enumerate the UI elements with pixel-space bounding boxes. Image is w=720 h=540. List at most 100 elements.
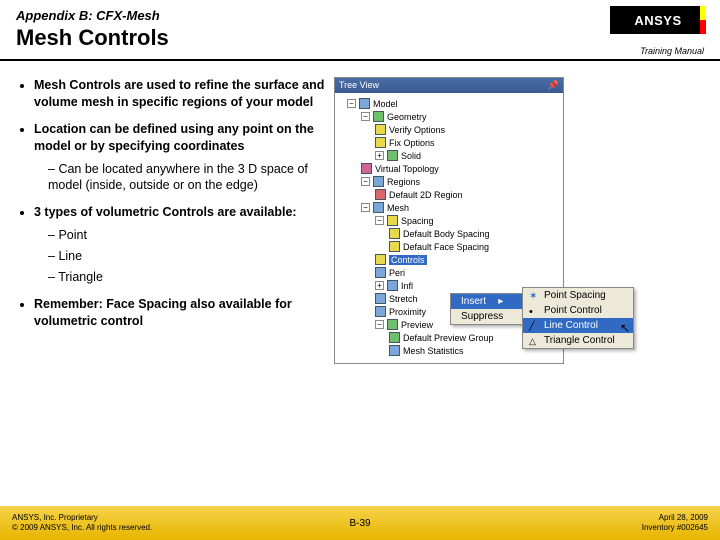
node-label: Regions	[387, 177, 420, 187]
geometry-icon	[373, 111, 384, 122]
node-label: Solid	[401, 151, 421, 161]
prox-icon	[375, 306, 386, 317]
bullet-3a: Point	[48, 227, 326, 244]
vtopo-icon	[361, 163, 372, 174]
node-model[interactable]: − Model	[337, 97, 561, 110]
verify-icon	[375, 124, 386, 135]
sub-point-control[interactable]: Point Control	[523, 303, 633, 318]
node-fix[interactable]: Fix Options	[337, 136, 561, 149]
bullet-1: Mesh Controls are used to refine the sur…	[34, 77, 326, 111]
pin-icon[interactable]: 📌	[548, 80, 559, 91]
footer-inventory: Inventory #002645	[642, 523, 708, 533]
node-label: Proximity	[389, 307, 426, 317]
logo-stripe-icon	[700, 6, 706, 34]
node-label: Geometry	[387, 112, 427, 122]
node-label: Mesh Statistics	[403, 346, 464, 356]
bullet-3: 3 types of volumetric Controls are avail…	[34, 204, 326, 286]
footer-right: April 28, 2009 Inventory #002645	[642, 513, 720, 532]
node-spacing[interactable]: − Spacing	[337, 214, 561, 227]
node-dface[interactable]: Default Face Spacing	[337, 240, 561, 253]
training-manual-label: Training Manual	[640, 46, 704, 56]
sub-line-control[interactable]: Line Control	[523, 318, 633, 333]
preview-child-icon	[389, 332, 400, 343]
bullet-2-text: Location can be defined using any point …	[34, 122, 314, 153]
cursor-icon: ↖	[620, 321, 630, 335]
node-label: Default Face Spacing	[403, 242, 489, 252]
ctx-label: Insert	[461, 296, 486, 307]
expand-icon[interactable]: −	[361, 112, 370, 121]
expand-icon[interactable]: −	[347, 99, 356, 108]
region-icon	[375, 189, 386, 200]
bullet-3-text: 3 types of volumetric Controls are avail…	[34, 205, 297, 219]
node-dbody[interactable]: Default Body Spacing	[337, 227, 561, 240]
divider	[0, 59, 720, 61]
node-label: Infl	[401, 281, 413, 291]
node-label: Virtual Topology	[375, 164, 439, 174]
node-label: Spacing	[401, 216, 434, 226]
node-label: Mesh	[387, 203, 409, 213]
sub-label: Point Spacing	[544, 290, 606, 301]
node-label: Verify Options	[389, 125, 445, 135]
point-control-icon	[529, 306, 539, 316]
footer-page: B-39	[349, 518, 370, 529]
footer-left: ANSYS, Inc. Proprietary © 2009 ANSYS, In…	[0, 513, 152, 532]
footer-prop2: © 2009 ANSYS, Inc. All rights reserved.	[12, 523, 152, 533]
bullet-2a: Can be located anywhere in the 3 D space…	[48, 161, 326, 195]
stretch-icon	[375, 293, 386, 304]
expand-icon[interactable]: +	[375, 151, 384, 160]
mesh-icon	[373, 202, 384, 213]
line-control-icon	[529, 321, 539, 331]
bullet-2: Location can be defined using any point …	[34, 121, 326, 195]
bullet-3c: Triangle	[48, 269, 326, 286]
expand-icon[interactable]: −	[375, 320, 384, 329]
stats-icon	[389, 345, 400, 356]
footer-date: April 28, 2009	[642, 513, 708, 523]
node-label: Fix Options	[389, 138, 435, 148]
node-solid[interactable]: + Solid	[337, 149, 561, 162]
node-vtopo[interactable]: Virtual Topology	[337, 162, 561, 175]
tree-title-text: Tree View	[339, 80, 379, 91]
node-mesh[interactable]: − Mesh	[337, 201, 561, 214]
node-d2d[interactable]: Default 2D Region	[337, 188, 561, 201]
node-regions[interactable]: − Regions	[337, 175, 561, 188]
sub-label: Triangle Control	[544, 335, 615, 346]
node-controls[interactable]: Controls	[337, 253, 561, 266]
point-spacing-icon	[529, 291, 539, 301]
node-label: Default Preview Group	[403, 333, 494, 343]
node-label: Model	[373, 99, 398, 109]
regions-icon	[373, 176, 384, 187]
node-label: Default 2D Region	[389, 190, 463, 200]
node-label: Controls	[389, 255, 427, 265]
bullet-column: Mesh Controls are used to refine the sur…	[16, 77, 326, 364]
preview-icon	[387, 319, 398, 330]
node-label: Default Body Spacing	[403, 229, 490, 239]
node-peri[interactable]: Peri	[337, 266, 561, 279]
body: Mesh Controls are used to refine the sur…	[0, 63, 720, 364]
node-label: Stretch	[389, 294, 418, 304]
sub-label: Line Control	[544, 320, 598, 331]
model-icon	[359, 98, 370, 109]
peri-icon	[375, 267, 386, 278]
fix-icon	[375, 137, 386, 148]
sub-triangle-control[interactable]: Triangle Control	[523, 333, 633, 348]
footer-prop1: ANSYS, Inc. Proprietary	[12, 513, 152, 523]
screenshot-panel: Tree View 📌 −Model −Geometry Verify Opti…	[334, 77, 704, 364]
node-geometry[interactable]: − Geometry	[337, 110, 561, 123]
expand-icon[interactable]: −	[375, 216, 384, 225]
spacing-icon	[387, 215, 398, 226]
controls-icon	[375, 254, 386, 265]
expand-icon[interactable]: −	[361, 177, 370, 186]
chevron-right-icon: ▸	[498, 296, 503, 307]
ansys-logo: ANSYS	[610, 6, 706, 34]
insert-submenu[interactable]: Point Spacing Point Control Line Control…	[522, 287, 634, 349]
infl-icon	[387, 280, 398, 291]
sub-label: Point Control	[544, 305, 602, 316]
spacing-child-icon	[389, 241, 400, 252]
expand-icon[interactable]: −	[361, 203, 370, 212]
bullet-4: Remember: Face Spacing also available fo…	[34, 296, 326, 330]
expand-icon[interactable]: +	[375, 281, 384, 290]
sub-point-spacing[interactable]: Point Spacing	[523, 288, 633, 303]
bullet-3b: Line	[48, 248, 326, 265]
node-verify[interactable]: Verify Options	[337, 123, 561, 136]
triangle-control-icon	[529, 336, 539, 346]
